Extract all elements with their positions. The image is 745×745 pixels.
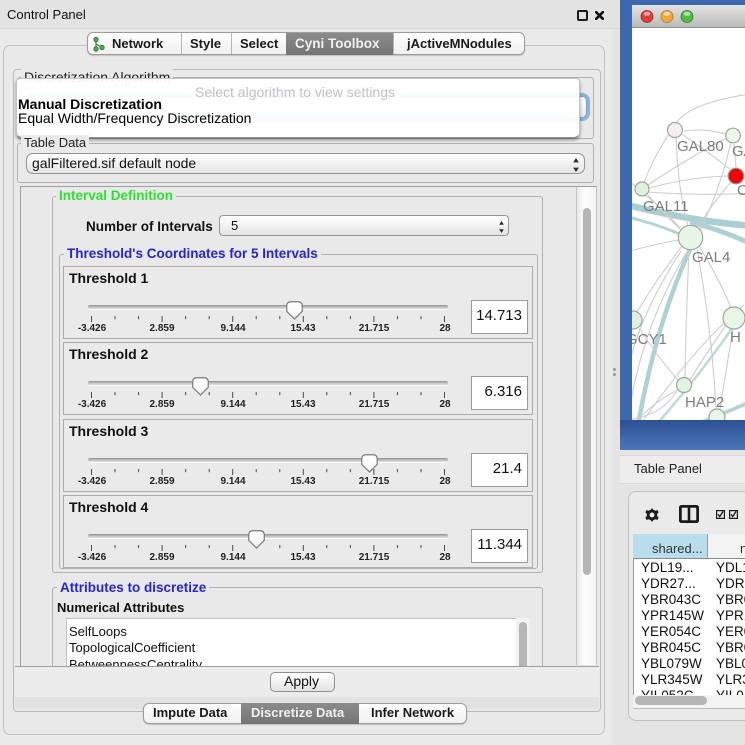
svg-text:H: H — [730, 329, 741, 346]
svg-text:C: C — [737, 182, 745, 199]
svg-text:GA: GA — [732, 143, 745, 160]
svg-text:GAL80: GAL80 — [677, 138, 724, 155]
svg-text:GAL11: GAL11 — [643, 198, 689, 215]
svg-text:GCY1: GCY1 — [626, 331, 667, 348]
svg-text:HAP2: HAP2 — [685, 394, 724, 411]
svg-text:GAL4: GAL4 — [692, 249, 730, 266]
